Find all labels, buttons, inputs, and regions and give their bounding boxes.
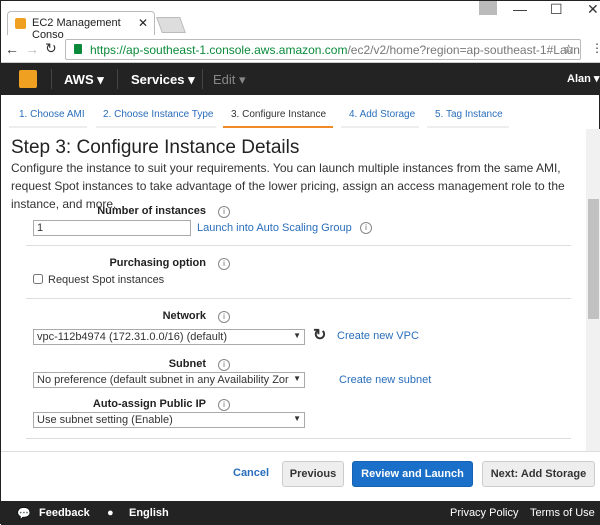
request-spot-label: Request Spot instances	[48, 274, 165, 286]
user-menu[interactable]: Alan ▾	[567, 72, 599, 85]
forward-icon[interactable]: →	[25, 41, 39, 57]
dropdown-arrow-icon: ▼	[293, 331, 301, 340]
review-and-launch-button[interactable]: Review and Launch	[352, 461, 473, 487]
scrollbar-thumb[interactable]	[588, 199, 599, 319]
page-title: Step 3: Configure Instance Details	[11, 137, 300, 158]
terms-of-use-link[interactable]: Terms of Use	[530, 507, 595, 519]
browser-chrome: EC2 Management Conso ✕ — ☐ ✕ ← → ↻ https:…	[1, 1, 600, 63]
services-menu[interactable]: Services ▾	[131, 72, 195, 88]
number-of-instances-label: Number of instances	[97, 205, 206, 217]
close-tab-icon[interactable]: ✕	[138, 16, 148, 30]
create-vpc-link[interactable]: Create new VPC	[337, 330, 419, 342]
globe-icon: ●	[107, 507, 114, 519]
info-icon[interactable]: i	[218, 399, 230, 411]
info-icon[interactable]: i	[360, 222, 372, 234]
step-choose-instance-type[interactable]: 2. Choose Instance Type	[103, 109, 213, 120]
maximize-button[interactable]: ☐	[550, 1, 563, 18]
step-configure-instance[interactable]: 3. Configure Instance	[231, 109, 326, 120]
purchasing-option-label: Purchasing option	[109, 257, 206, 269]
request-spot-checkbox[interactable]	[33, 274, 43, 284]
url-path: /ec2/v2/home?region=ap-southeast-1#Launc…	[347, 43, 581, 57]
auto-assign-public-ip-label: Auto-assign Public IP	[92, 398, 206, 410]
network-select[interactable]: vpc-112b4974 (172.31.0.0/16) (default) ▼	[33, 329, 305, 345]
url-input[interactable]: https://ap-southeast-1.console.aws.amazo…	[65, 39, 581, 60]
auto-assign-public-ip-select[interactable]: Use subnet setting (Enable) ▼	[33, 412, 305, 428]
edit-menu[interactable]: Edit ▾	[213, 72, 246, 88]
info-icon[interactable]: i	[218, 258, 230, 270]
network-label: Network	[162, 310, 206, 322]
network-value: vpc-112b4974 (172.31.0.0/16) (default)	[37, 331, 227, 343]
aws-navbar: AWS ▾ Services ▾ Edit ▾ Alan ▾	[1, 63, 600, 95]
subnet-value: No preference (default subnet in any Ava…	[37, 374, 289, 386]
wizard-steps: 1. Choose AMI 2. Choose Instance Type 3.…	[1, 95, 600, 129]
info-icon[interactable]: i	[218, 311, 230, 323]
step-choose-ami[interactable]: 1. Choose AMI	[19, 109, 85, 120]
feedback-icon: 💬	[17, 508, 31, 520]
auto-scaling-link[interactable]: Launch into Auto Scaling Group	[197, 222, 352, 234]
wizard-actions: Cancel Previous Review and Launch Next: …	[1, 451, 600, 501]
close-window-button[interactable]: ✕	[587, 1, 599, 18]
number-of-instances-input[interactable]: 1	[33, 220, 191, 236]
privacy-policy-link[interactable]: Privacy Policy	[450, 507, 518, 519]
aws-favicon-icon	[15, 18, 26, 29]
subnet-select[interactable]: No preference (default subnet in any Ava…	[33, 372, 305, 388]
step-tag-instance[interactable]: 5. Tag Instance	[435, 109, 503, 120]
address-bar-row: ← → ↻ https://ap-southeast-1.console.aws…	[1, 37, 600, 63]
language-selector[interactable]: English	[129, 507, 169, 519]
dropdown-arrow-icon: ▼	[293, 414, 301, 423]
step-add-storage[interactable]: 4. Add Storage	[349, 109, 415, 120]
info-icon[interactable]: i	[218, 206, 230, 218]
footer: 💬 Feedback ● English Privacy Policy Term…	[1, 501, 600, 525]
previous-button[interactable]: Previous	[282, 461, 344, 487]
refresh-icon[interactable]: ↻	[313, 325, 326, 345]
subnet-label: Subnet	[168, 358, 206, 370]
create-subnet-link[interactable]: Create new subnet	[339, 374, 431, 386]
url-host: https://ap-southeast-1.console.aws.amazo…	[90, 43, 348, 57]
aws-logo-icon[interactable]	[19, 70, 37, 88]
dropdown-arrow-icon: ▼	[293, 374, 301, 383]
bookmark-star-icon[interactable]: ☆	[563, 42, 574, 56]
browser-tab[interactable]: EC2 Management Conso ✕	[7, 11, 155, 41]
new-tab-button[interactable]	[156, 17, 186, 33]
feedback-link[interactable]: Feedback	[39, 507, 90, 519]
public-ip-value: Use subnet setting (Enable)	[37, 414, 173, 426]
active-step-indicator	[223, 126, 333, 128]
reload-icon[interactable]: ↻	[45, 40, 57, 57]
aws-menu[interactable]: AWS ▾	[64, 72, 104, 88]
next-add-storage-button[interactable]: Next: Add Storage	[482, 461, 595, 487]
minimize-button[interactable]: —	[513, 1, 527, 17]
cancel-button[interactable]: Cancel	[233, 467, 269, 479]
menu-icon[interactable]: ⋮	[591, 41, 600, 55]
info-icon[interactable]: i	[218, 359, 230, 371]
lock-icon	[74, 44, 82, 54]
profile-icon[interactable]	[479, 1, 497, 15]
back-icon[interactable]: ←	[5, 41, 19, 57]
